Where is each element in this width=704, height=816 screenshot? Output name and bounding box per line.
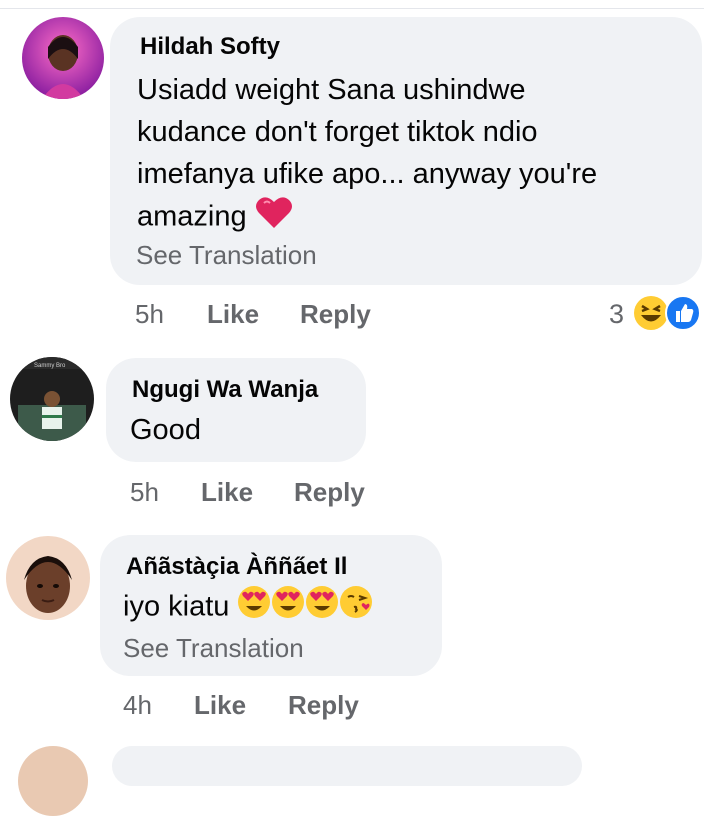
- comment-author[interactable]: Añãstàçia Àñña̋et Il: [126, 553, 347, 581]
- avatar[interactable]: [18, 746, 88, 816]
- heart-eyes-emoji: [237, 585, 271, 631]
- comment-text: iyo kiatu: [123, 585, 373, 631]
- kissing-face-emoji: [339, 585, 373, 631]
- like-button[interactable]: Like: [194, 690, 246, 721]
- see-translation-link[interactable]: See Translation: [123, 633, 304, 664]
- comment-text-word: iyo kiatu: [123, 590, 230, 623]
- comment-bubble: Añãstàçia Àñña̋et Il iyo kiatu See Trans…: [100, 535, 442, 676]
- comment-actions: 4h Like Reply: [0, 690, 704, 726]
- heart-eyes-emoji: [271, 585, 305, 631]
- reply-button[interactable]: Reply: [288, 690, 359, 721]
- next-comment-bubble: [112, 746, 582, 786]
- comment-anastacia: Añãstàçia Àñña̋et Il iyo kiatu See Trans…: [0, 0, 704, 816]
- avatar[interactable]: [6, 536, 90, 620]
- heart-eyes-emoji: [305, 585, 339, 631]
- comment-timestamp[interactable]: 4h: [123, 690, 152, 721]
